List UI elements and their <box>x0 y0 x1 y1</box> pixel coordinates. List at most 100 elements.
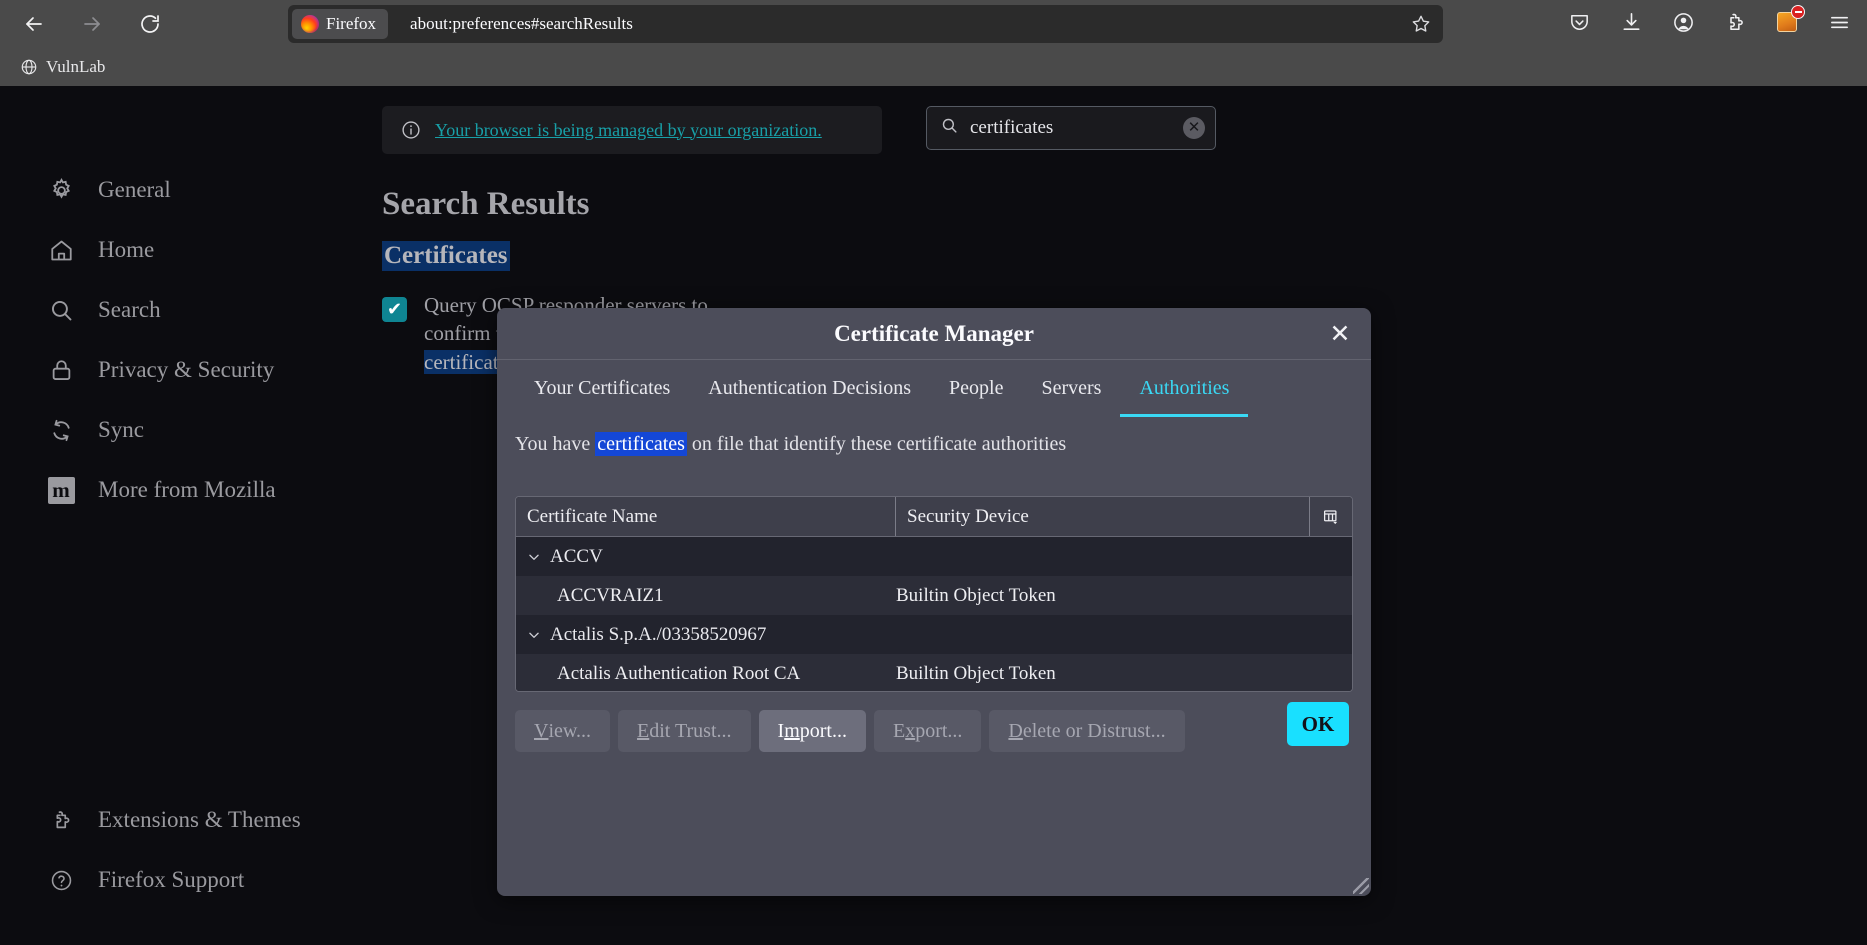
column-header-certificate-name[interactable]: Certificate Name <box>516 497 896 536</box>
back-button[interactable] <box>14 4 54 44</box>
search-input[interactable]: certificates ✕ <box>926 106 1216 150</box>
identity-chip-label: Firefox <box>326 14 377 33</box>
blocked-badge-icon <box>1791 5 1805 19</box>
view-accesskey: V <box>534 719 549 742</box>
home-glyph <box>50 240 72 260</box>
app-menu-icon[interactable] <box>1821 4 1857 40</box>
desc-before: You have <box>515 433 596 455</box>
column-header-security-device[interactable]: Security Device <box>896 497 1310 536</box>
cert-name: Actalis Authentication Root CA <box>557 662 801 684</box>
tab-authentication-decisions[interactable]: Authentication Decisions <box>689 360 930 417</box>
export-label-rest: port... <box>915 719 963 742</box>
table-group-row[interactable]: ACCV <box>516 537 1352 576</box>
edit-trust-button[interactable]: Edit Trust... <box>618 710 751 752</box>
close-icon[interactable]: ✕ <box>1325 319 1355 349</box>
account-glyph <box>1673 12 1693 32</box>
sidebar-item-privacy-security[interactable]: Privacy & Security <box>46 348 380 392</box>
identity-chip[interactable]: Firefox <box>292 9 389 39</box>
import-button[interactable]: Im port... <box>758 710 866 752</box>
sidebar-item-label: Privacy & Security <box>98 357 275 382</box>
page-title: Search Results <box>382 186 590 222</box>
url-text[interactable]: about:preferences#searchResults <box>410 14 633 34</box>
extensions-icon[interactable] <box>1717 4 1753 40</box>
preferences-page: General Home Search Privacy & Security S… <box>0 86 1867 945</box>
sidebar-item-label: General <box>98 177 171 202</box>
url-bar[interactable]: Firefox about:preferences#searchResults <box>288 5 1443 43</box>
table-group-row[interactable]: Actalis S.p.A./03358520967 <box>516 615 1352 654</box>
bookmark-star-icon[interactable] <box>1407 10 1435 38</box>
group-name: Actalis S.p.A./03358520967 <box>550 623 767 645</box>
ocsp-checkbox[interactable]: ✔ <box>382 297 407 322</box>
export-button[interactable]: Ex port... <box>873 710 982 752</box>
puzzle-glyph <box>1729 13 1743 30</box>
question-glyph <box>51 870 71 890</box>
sidebar-item-label: Extensions & Themes <box>98 807 301 832</box>
certificates-table[interactable]: Certificate Name Security Device ACCV AC… <box>515 496 1353 692</box>
search-icon <box>940 116 959 140</box>
toolbar-actions <box>1561 4 1857 40</box>
search-clear-button[interactable]: ✕ <box>1183 117 1205 139</box>
dialog-titlebar: Certificate Manager ✕ <box>497 308 1371 360</box>
export-label-pre: E <box>892 719 906 742</box>
question-circle-icon <box>46 865 76 895</box>
delete-or-distrust-button[interactable]: Delete or Distrust... <box>989 710 1185 752</box>
column-picker-icon[interactable] <box>1310 497 1352 536</box>
bookmark-item-vulnlab[interactable]: VulnLab <box>12 54 113 80</box>
sidebar-item-sync[interactable]: Sync <box>46 408 380 452</box>
reload-button[interactable] <box>130 4 170 44</box>
result-section-heading: Certificates <box>382 241 510 271</box>
bookmarks-bar: VulnLab <box>0 48 1867 86</box>
chevron-down-icon[interactable] <box>527 628 541 642</box>
dialog-action-buttons: View... Edit Trust... Im port... Ex port..… <box>515 710 1185 752</box>
ok-button[interactable]: OK <box>1287 702 1349 746</box>
tab-servers[interactable]: Servers <box>1022 360 1120 417</box>
forward-button[interactable] <box>72 4 112 44</box>
sidebar-item-extensions-themes[interactable]: Extensions & Themes <box>46 798 380 842</box>
tab-authorities[interactable]: Authorities <box>1120 360 1249 417</box>
sidebar-item-label: Sync <box>98 417 144 442</box>
pocket-icon[interactable] <box>1561 4 1597 40</box>
sidebar-item-general[interactable]: General <box>46 168 380 212</box>
tab-your-certificates[interactable]: Your Certificates <box>515 360 689 417</box>
dialog-tabstrip: Your Certificates Authentication Decisio… <box>497 360 1371 417</box>
addon-icon[interactable] <box>1769 4 1805 40</box>
info-icon <box>402 121 420 139</box>
dialog-resize-grip[interactable] <box>1353 878 1369 894</box>
tab-people[interactable]: People <box>930 360 1022 417</box>
sidebar-top-group: General Home Search Privacy & Security S… <box>0 168 380 528</box>
edit-label-rest: dit Trust... <box>649 719 732 742</box>
sidebar-item-search[interactable]: Search <box>46 288 380 332</box>
policy-link[interactable]: Your browser is being managed by your or… <box>435 120 822 141</box>
sync-icon <box>46 415 76 445</box>
puzzle-glyph <box>56 810 69 828</box>
group-name: ACCV <box>550 545 603 567</box>
desc-highlight: certificates <box>595 432 687 456</box>
sidebar-item-firefox-support[interactable]: Firefox Support <box>46 858 380 902</box>
chevron-down-icon[interactable] <box>527 550 541 564</box>
back-arrow-icon <box>26 17 42 31</box>
home-icon <box>46 235 76 265</box>
sidebar-item-more-from-mozilla[interactable]: m More from Mozilla <box>46 468 380 512</box>
column-picker-glyph <box>1323 509 1338 524</box>
table-row[interactable]: Actalis Authentication Root CA Builtin O… <box>516 654 1352 691</box>
chevron-glyph <box>529 632 539 638</box>
mozilla-m-icon: m <box>46 475 76 505</box>
search-icon <box>46 295 76 325</box>
search-input-value[interactable]: certificates <box>970 117 1183 139</box>
magnifier-glyph <box>942 118 957 133</box>
sidebar-item-label: Home <box>98 237 155 262</box>
table-row[interactable]: ACCVRAIZ1 Builtin Object Token <box>516 576 1352 615</box>
sidebar-item-label: Firefox Support <box>98 867 245 892</box>
import-accesskey: m <box>784 719 800 742</box>
downloads-icon[interactable] <box>1613 4 1649 40</box>
download-glyph <box>1622 12 1640 30</box>
sidebar-item-home[interactable]: Home <box>46 228 380 272</box>
cert-device: Builtin Object Token <box>896 662 1056 684</box>
view-button[interactable]: View... <box>515 710 611 752</box>
import-label-rest: port... <box>799 719 847 742</box>
import-label-pre: I <box>777 719 785 742</box>
account-icon[interactable] <box>1665 4 1701 40</box>
magnifier-glyph <box>51 300 71 320</box>
gear-icon <box>46 175 76 205</box>
hamburger-glyph <box>1830 16 1848 28</box>
